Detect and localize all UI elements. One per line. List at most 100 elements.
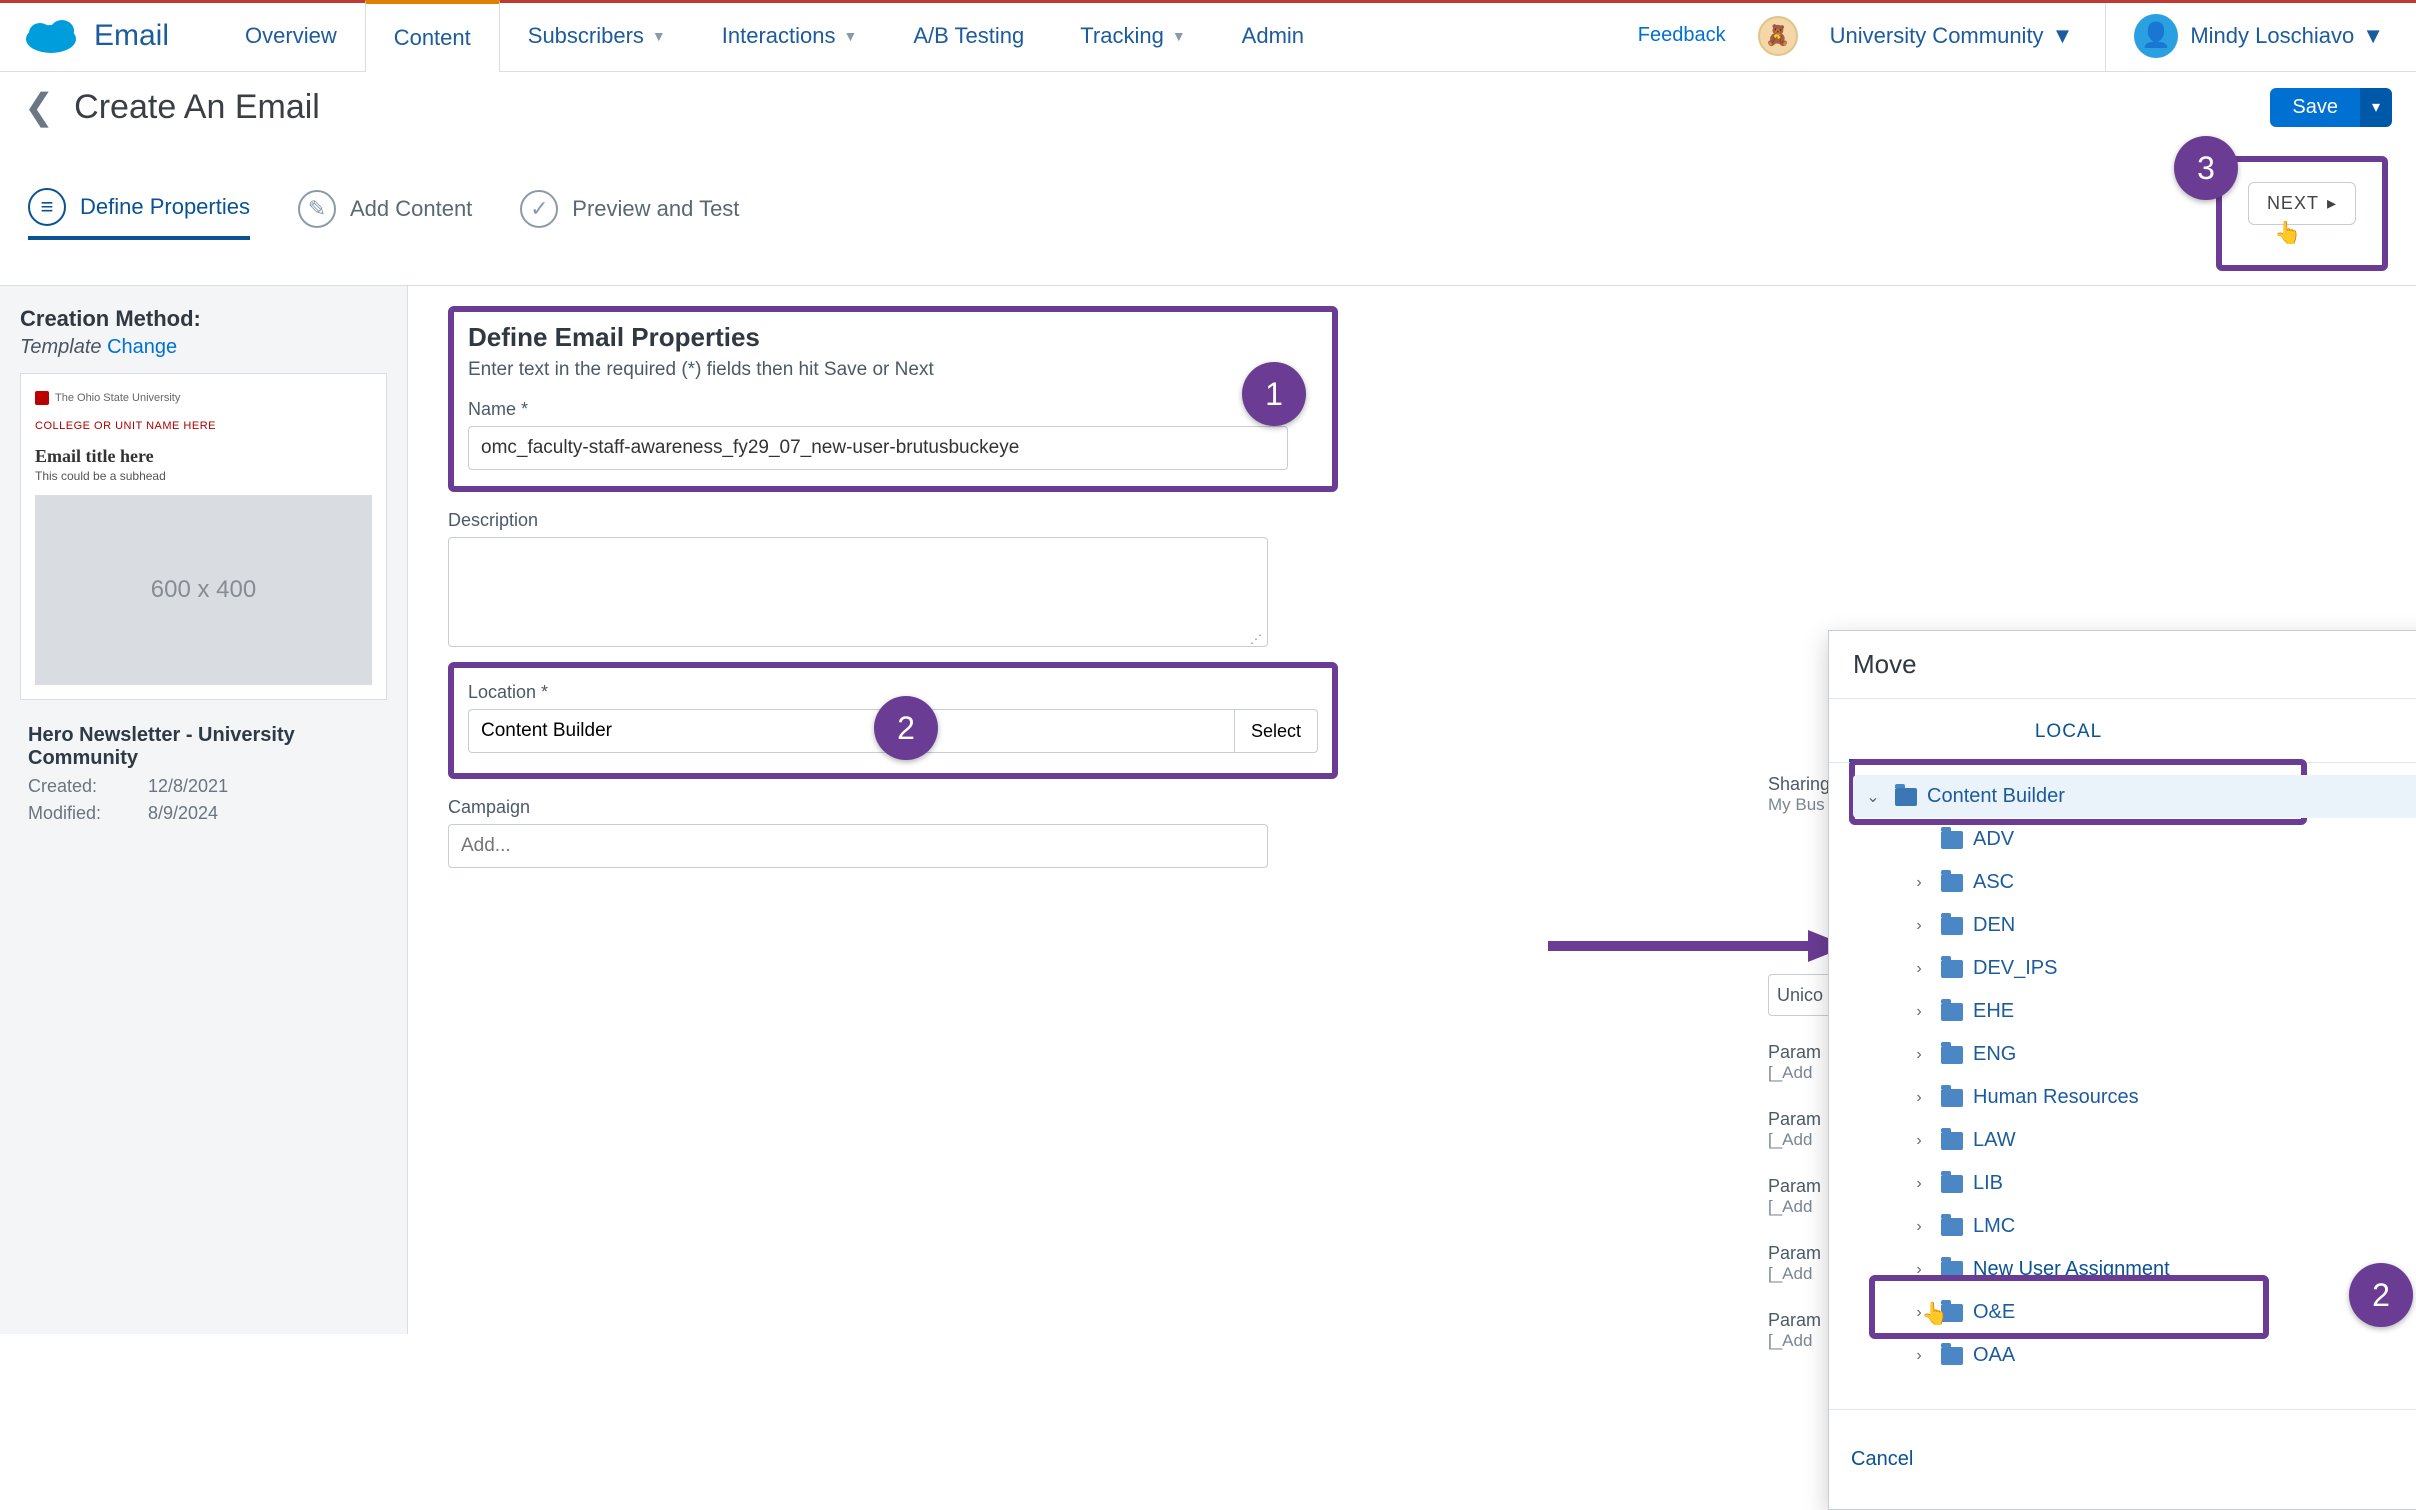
- image-placeholder: 600 x 400: [35, 495, 372, 685]
- folder-icon: [1941, 1218, 1963, 1236]
- main-area: Creation Method: Template Change The Ohi…: [0, 286, 2416, 1334]
- app-title: Email: [94, 19, 169, 53]
- topnav-right: Feedback 🧸 University Community▼ 👤 Mindy…: [1638, 0, 2416, 71]
- right-column-truncated: Sharing My Bus Unico Param [_Add Param […: [1768, 774, 1832, 1351]
- step-preview-test[interactable]: ✓ Preview and Test: [520, 190, 739, 238]
- chevron-down-icon: ▼: [2052, 23, 2074, 49]
- nav-tab-interactions[interactable]: Interactions▼: [694, 0, 886, 71]
- folder-asc[interactable]: ›ASC: [1853, 861, 2416, 904]
- name-label: Name *: [468, 399, 1318, 420]
- folder-icon: [1941, 1347, 1963, 1365]
- back-button[interactable]: ❮: [24, 86, 54, 128]
- folder-human-resources[interactable]: ›Human Resources: [1853, 1076, 2416, 1119]
- modal-footer: Cancel Save: [1829, 1409, 2416, 1509]
- nav-tab-tracking[interactable]: Tracking▼: [1052, 0, 1213, 71]
- chevron-right-icon: ›: [1907, 1347, 1931, 1365]
- chevron-down-icon: ⌄: [1861, 787, 1885, 807]
- nav-tab-content[interactable]: Content: [365, 0, 500, 72]
- section-title: Define Email Properties: [468, 322, 1318, 353]
- modal-title: Move: [1853, 649, 1917, 680]
- callout-badge-3: 3: [2174, 136, 2238, 200]
- nav-tab-subscribers[interactable]: Subscribers▼: [500, 0, 694, 71]
- salesforce-cloud-icon: [24, 17, 78, 55]
- modal-cancel-button[interactable]: Cancel: [1851, 1448, 1913, 1471]
- folder-content-builder[interactable]: ⌄ Content Builder: [1853, 775, 2416, 818]
- chevron-right-icon: ›: [1907, 960, 1931, 978]
- nav-tab-overview[interactable]: Overview: [217, 0, 365, 71]
- chevron-down-icon: ▼: [2362, 23, 2384, 49]
- chevron-down-icon: ▼: [844, 28, 858, 44]
- folder-den[interactable]: ›DEN: [1853, 904, 2416, 947]
- user-avatar-icon: 👤: [2134, 14, 2178, 58]
- step-add-content[interactable]: ✎ Add Content: [298, 190, 472, 238]
- folder-icon: [1941, 1261, 1963, 1279]
- chevron-right-icon: ›: [1907, 1175, 1931, 1193]
- tab-local[interactable]: LOCAL: [1849, 705, 2288, 762]
- creation-method-value: Template Change: [20, 336, 387, 359]
- folder-law[interactable]: ›LAW: [1853, 1119, 2416, 1162]
- name-input[interactable]: [468, 426, 1288, 470]
- nav-tab-abtesting[interactable]: A/B Testing: [885, 0, 1052, 71]
- page-title: Create An Email: [74, 88, 320, 127]
- template-preview-card[interactable]: The Ohio State University COLLEGE OR UNI…: [20, 373, 387, 700]
- wizard-steps: ≡ Define Properties ✎ Add Content ✓ Prev…: [0, 142, 2416, 286]
- chevron-down-icon: ▼: [1172, 28, 1186, 44]
- step-define-properties[interactable]: ≡ Define Properties: [28, 188, 250, 240]
- change-template-link[interactable]: Change: [107, 336, 177, 358]
- folder-lib[interactable]: ›LIB: [1853, 1162, 2416, 1205]
- template-college: COLLEGE OR UNIT NAME HERE: [35, 420, 372, 432]
- folder-icon: [1941, 1132, 1963, 1150]
- callout-badge-2b: 2: [2349, 1263, 2413, 1327]
- user-menu[interactable]: 👤 Mindy Loschiavo▼: [2105, 0, 2384, 71]
- folder-dev-ips[interactable]: ›DEV_IPS: [1853, 947, 2416, 990]
- creation-method-heading: Creation Method:: [20, 306, 387, 332]
- folder-icon: [1941, 831, 1963, 849]
- save-dropdown-button[interactable]: ▾: [2360, 88, 2392, 127]
- folder-icon: [1941, 874, 1963, 892]
- next-button[interactable]: NEXT▸: [2248, 182, 2356, 225]
- location-input[interactable]: [468, 709, 1234, 753]
- folder-tree: ⌄ Content Builder ADV›ASC›DEN›DEV_IPS›EH…: [1829, 763, 2416, 1409]
- chevron-right-icon: ›: [1907, 1046, 1931, 1064]
- location-select-button[interactable]: Select: [1234, 709, 1318, 753]
- folder-icon: [1941, 1003, 1963, 1021]
- chevron-down-icon: ▼: [652, 28, 666, 44]
- chevron-right-icon: ›: [1907, 1304, 1931, 1322]
- template-subhead: This could be a subhead: [35, 469, 372, 483]
- check-icon: ✓: [520, 190, 558, 228]
- description-input[interactable]: [448, 537, 1268, 647]
- folder-o-e[interactable]: ›O&E: [1853, 1291, 2416, 1334]
- callout-badge-1: 1: [1242, 362, 1306, 426]
- template-email-title: Email title here: [35, 446, 372, 467]
- nav-tab-admin[interactable]: Admin: [1214, 0, 1332, 71]
- folder-oaa[interactable]: ›OAA: [1853, 1334, 2416, 1377]
- folder-icon: [1941, 1175, 1963, 1193]
- chevron-right-icon: ›: [1907, 1261, 1931, 1279]
- callout-box-3: NEXT▸ 👆: [2216, 156, 2388, 271]
- chevron-right-icon: ›: [1907, 1218, 1931, 1236]
- feedback-link[interactable]: Feedback: [1638, 24, 1726, 47]
- mascot-avatar-icon: 🧸: [1758, 16, 1798, 56]
- tab-shared[interactable]: SHARED: [2288, 705, 2416, 762]
- template-created: Created:12/8/2021: [20, 776, 387, 797]
- modal-tabbar: LOCAL SHARED: [1829, 699, 2416, 763]
- folder-lmc[interactable]: ›LMC: [1853, 1205, 2416, 1248]
- campaign-input[interactable]: [448, 824, 1268, 868]
- move-modal: Move ✕ LOCAL SHARED ⌄ Content Builder AD…: [1828, 630, 2416, 1510]
- chevron-right-icon: ›: [1907, 874, 1931, 892]
- business-unit-picker[interactable]: University Community▼: [1830, 23, 2074, 49]
- modal-header: Move ✕: [1829, 631, 2416, 699]
- template-header: The Ohio State University: [35, 388, 372, 408]
- folder-adv[interactable]: ADV: [1853, 818, 2416, 861]
- folder-eng[interactable]: ›ENG: [1853, 1033, 2416, 1076]
- save-button[interactable]: Save: [2270, 88, 2360, 127]
- folder-icon: [1941, 1046, 1963, 1064]
- description-label: Description: [448, 510, 2376, 531]
- folder-new-user-assignment[interactable]: ›New User Assignment: [1853, 1248, 2416, 1291]
- folder-ehe[interactable]: ›EHE: [1853, 990, 2416, 1033]
- callout-box-2: Location * Select 2: [448, 662, 1338, 779]
- left-sidebar: Creation Method: Template Change The Ohi…: [0, 286, 408, 1334]
- folder-icon: [1941, 917, 1963, 935]
- save-button-group: Save ▾: [2270, 88, 2392, 127]
- top-navigation: Email Overview Content Subscribers▼ Inte…: [0, 0, 2416, 72]
